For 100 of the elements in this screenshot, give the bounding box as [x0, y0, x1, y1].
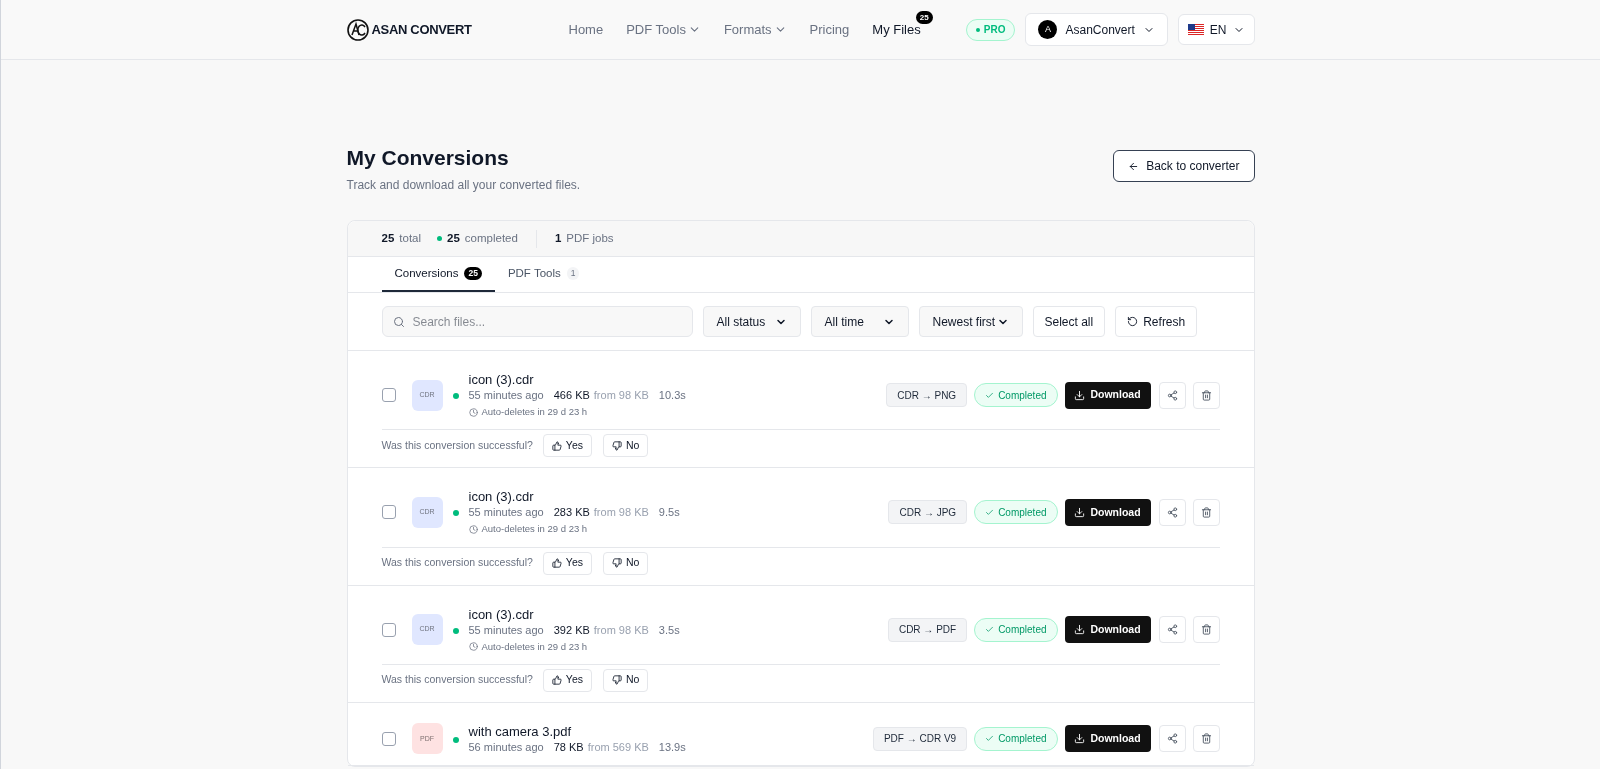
thumbs-up-icon [551, 440, 562, 451]
check-icon [985, 625, 995, 635]
download-button[interactable]: Download [1064, 381, 1151, 409]
download-icon [1074, 733, 1086, 745]
share-button[interactable] [1158, 381, 1186, 409]
brand-name: ASAN CONVERT [371, 20, 472, 39]
source-size: from 98 KB [593, 388, 649, 403]
tab[interactable]: Conversions 25 [381, 257, 495, 292]
trash-icon [1200, 506, 1212, 518]
thumbs-down-icon [612, 440, 622, 451]
arrow-left-icon [1128, 160, 1140, 172]
page-subtitle: Track and download all your converted files. [346, 177, 581, 194]
check-icon [985, 390, 995, 400]
file-age: 56 minutes ago [468, 739, 544, 755]
tab[interactable]: PDF Tools 1 [494, 257, 593, 292]
yes-button[interactable]: Yes [542, 434, 592, 458]
search-icon [392, 316, 405, 328]
file-size: 78 KB [553, 739, 584, 755]
status-badge: Completed [974, 617, 1058, 642]
file-name: icon (3).cdr [468, 488, 535, 506]
yes-button[interactable]: Yes [542, 551, 592, 575]
conversion-tag: CDR → PDF [887, 617, 968, 642]
file-age: 55 minutes ago [468, 622, 544, 638]
check-icon [985, 734, 995, 744]
file-size: 392 KB [553, 622, 590, 638]
download-button[interactable]: Download [1064, 498, 1151, 526]
file-size: 466 KB [553, 388, 590, 403]
download-button[interactable]: Download [1064, 616, 1151, 644]
tab-count: 25 [464, 267, 482, 280]
account-button[interactable]: A AsanConvert [1025, 13, 1168, 46]
expiry-text: Auto-deletes in 29 d 23 h [481, 639, 588, 654]
stat-label: PDF jobs [566, 230, 614, 246]
checkbox[interactable] [381, 388, 396, 403]
status-badge: Completed [974, 726, 1058, 751]
delete-button[interactable] [1192, 381, 1220, 409]
stat-value: 1 [554, 230, 562, 246]
yes-button[interactable]: Yes [542, 668, 592, 692]
duration: 3.5s [658, 622, 680, 638]
search-field[interactable]: Search files... [381, 306, 693, 337]
stat-value: 25 [447, 230, 460, 246]
delete-button[interactable] [1192, 725, 1220, 753]
feedback-question: Was this conversion successful? [381, 555, 533, 571]
status-badge: Completed [974, 383, 1058, 408]
feedback-question: Was this conversion successful? [381, 437, 533, 453]
filter-dropdown[interactable]: All status [702, 306, 801, 337]
source-size: from 98 KB [593, 622, 649, 638]
filter-dropdown[interactable]: All time [810, 306, 909, 337]
delete-button[interactable] [1192, 498, 1220, 526]
file-name: with camera 3.pdf [468, 722, 573, 740]
share-button[interactable] [1158, 725, 1186, 753]
tab-count: 1 [566, 267, 580, 280]
delete-button[interactable] [1192, 616, 1220, 644]
expiry-text: Auto-deletes in 29 d 23 h [481, 522, 588, 537]
avatar: A [1038, 20, 1058, 39]
checkbox[interactable] [381, 731, 396, 746]
download-icon [1074, 506, 1086, 518]
thumbs-up-icon [551, 675, 562, 686]
share-icon [1166, 389, 1178, 401]
clock-icon [468, 524, 478, 534]
no-button[interactable]: No [603, 434, 649, 458]
select-all-button[interactable]: Select all [1032, 306, 1106, 337]
flag-icon [1187, 23, 1204, 36]
conversion-tag: CDR → JPG [888, 500, 968, 525]
nav-link[interactable]: Home [568, 19, 604, 40]
language-button[interactable]: EN [1177, 14, 1255, 45]
file-name: icon (3).cdr [468, 371, 535, 388]
status-badge: Completed [974, 500, 1058, 525]
trash-icon [1200, 389, 1212, 401]
logo-icon [346, 18, 369, 41]
share-button[interactable] [1158, 498, 1186, 526]
nav-link[interactable]: PDF Tools [626, 19, 701, 40]
page-title: My Conversions [346, 145, 510, 171]
feedback-question: Was this conversion successful? [381, 672, 533, 688]
conversion-tag: CDR → PNG [886, 383, 968, 408]
no-button[interactable]: No [603, 551, 649, 575]
nav-link[interactable]: Pricing [809, 19, 850, 40]
file-size: 283 KB [553, 505, 590, 521]
duration: 9.5s [658, 505, 680, 521]
stat-label: completed [464, 230, 518, 246]
checkbox[interactable] [381, 622, 396, 637]
no-button[interactable]: No [603, 668, 649, 692]
source-size: from 98 KB [593, 505, 649, 521]
share-button[interactable] [1158, 616, 1186, 644]
checkbox[interactable] [381, 505, 396, 520]
trash-icon [1200, 624, 1212, 636]
trash-icon [1200, 733, 1212, 745]
check-icon [985, 507, 995, 517]
duration: 10.3s [658, 388, 686, 403]
share-icon [1166, 733, 1178, 745]
download-button[interactable]: Download [1064, 725, 1151, 753]
filter-dropdown[interactable]: Newest first [918, 306, 1023, 337]
plan-badge: PRO [965, 18, 1016, 41]
download-icon [1074, 389, 1086, 401]
source-size: from 569 KB [587, 739, 649, 755]
thumbs-up-icon [551, 558, 562, 568]
refresh-button[interactable]: Refresh [1115, 306, 1198, 337]
nav-link[interactable]: Formats [723, 19, 787, 40]
clock-icon [468, 642, 478, 652]
duration: 13.9s [658, 739, 686, 755]
back-button[interactable]: Back to converter [1113, 150, 1255, 182]
